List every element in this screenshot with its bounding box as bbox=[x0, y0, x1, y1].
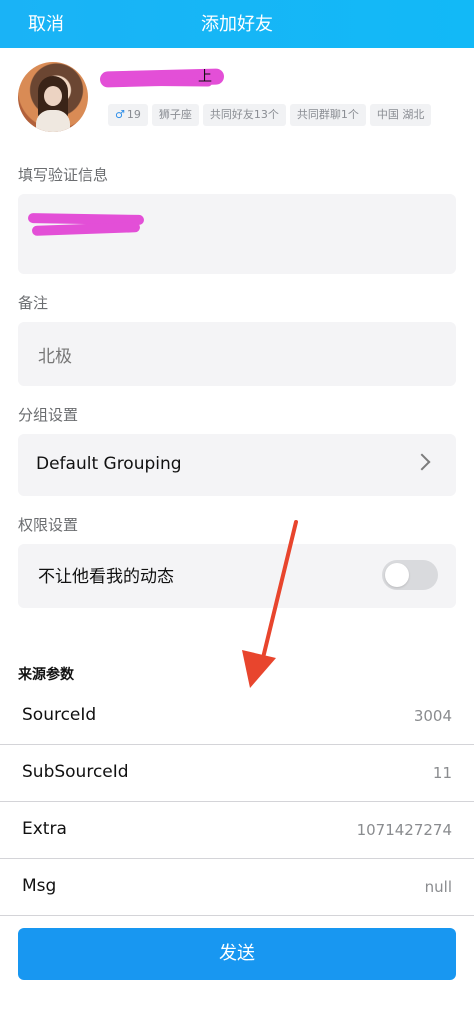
redacted-verify-text-2 bbox=[31, 222, 141, 236]
tag-zodiac: 狮子座 bbox=[151, 104, 199, 126]
page-title: 添加好友 bbox=[201, 14, 273, 35]
hide-moments-toggle[interactable] bbox=[382, 560, 438, 590]
top-bar: 取消 添加好友 bbox=[0, 0, 474, 48]
row-value: null bbox=[424, 878, 452, 896]
row-key: SubSourceId bbox=[22, 762, 129, 782]
tag-mutual-friends: 共同好友13个 bbox=[202, 104, 286, 126]
tag-location: 中国 湖北 bbox=[369, 104, 432, 126]
group-value: Default Grouping bbox=[36, 454, 182, 474]
group-label: 分组设置 bbox=[18, 406, 79, 424]
remark-label: 备注 bbox=[18, 294, 49, 312]
row-key: SourceId bbox=[22, 705, 97, 725]
permission-label: 权限设置 bbox=[18, 516, 79, 534]
toggle-knob bbox=[385, 563, 409, 587]
permission-toggle-label: 不让他看我的动态 bbox=[38, 567, 174, 587]
verify-label: 填写验证信息 bbox=[18, 166, 109, 184]
row-value: 3004 bbox=[413, 707, 452, 725]
remark-value: 北极 bbox=[38, 347, 72, 367]
profile-card: 上 ♂ 19 狮子座 共同好友13个 共同群聊1个 中国 湖北 bbox=[0, 48, 474, 156]
arrow-head bbox=[242, 650, 276, 688]
row-value: 11 bbox=[432, 764, 452, 782]
avatar-body bbox=[36, 110, 70, 132]
avatar[interactable] bbox=[18, 62, 88, 132]
source-row-msg: Msg null bbox=[0, 859, 474, 916]
group-selector[interactable]: Default Grouping bbox=[18, 434, 456, 496]
remark-input[interactable]: 北极 bbox=[18, 322, 456, 386]
name-visible-tail: 上 bbox=[198, 69, 212, 85]
tag-age: ♂ 19 bbox=[108, 104, 148, 126]
tag-mutual-groups: 共同群聊1个 bbox=[289, 104, 366, 126]
row-key: Extra bbox=[22, 819, 67, 839]
chevron-right-icon bbox=[413, 453, 431, 471]
avatar-face bbox=[44, 86, 62, 106]
send-button[interactable]: 发送 bbox=[18, 928, 456, 980]
profile-tags: ♂ 19 狮子座 共同好友13个 共同群聊1个 中国 湖北 bbox=[108, 104, 432, 126]
row-key: Msg bbox=[22, 876, 57, 896]
source-row-extra: Extra 1071427274 bbox=[0, 802, 474, 859]
verify-input[interactable] bbox=[18, 194, 456, 274]
source-row-sourceid: SourceId 3004 bbox=[0, 688, 474, 745]
male-icon: ♂ bbox=[115, 108, 125, 121]
row-value: 1071427274 bbox=[356, 821, 452, 839]
permission-row: 不让他看我的动态 bbox=[18, 544, 456, 608]
source-row-subsourceid: SubSourceId 11 bbox=[0, 745, 474, 802]
source-params-title: 来源参数 bbox=[18, 667, 74, 683]
